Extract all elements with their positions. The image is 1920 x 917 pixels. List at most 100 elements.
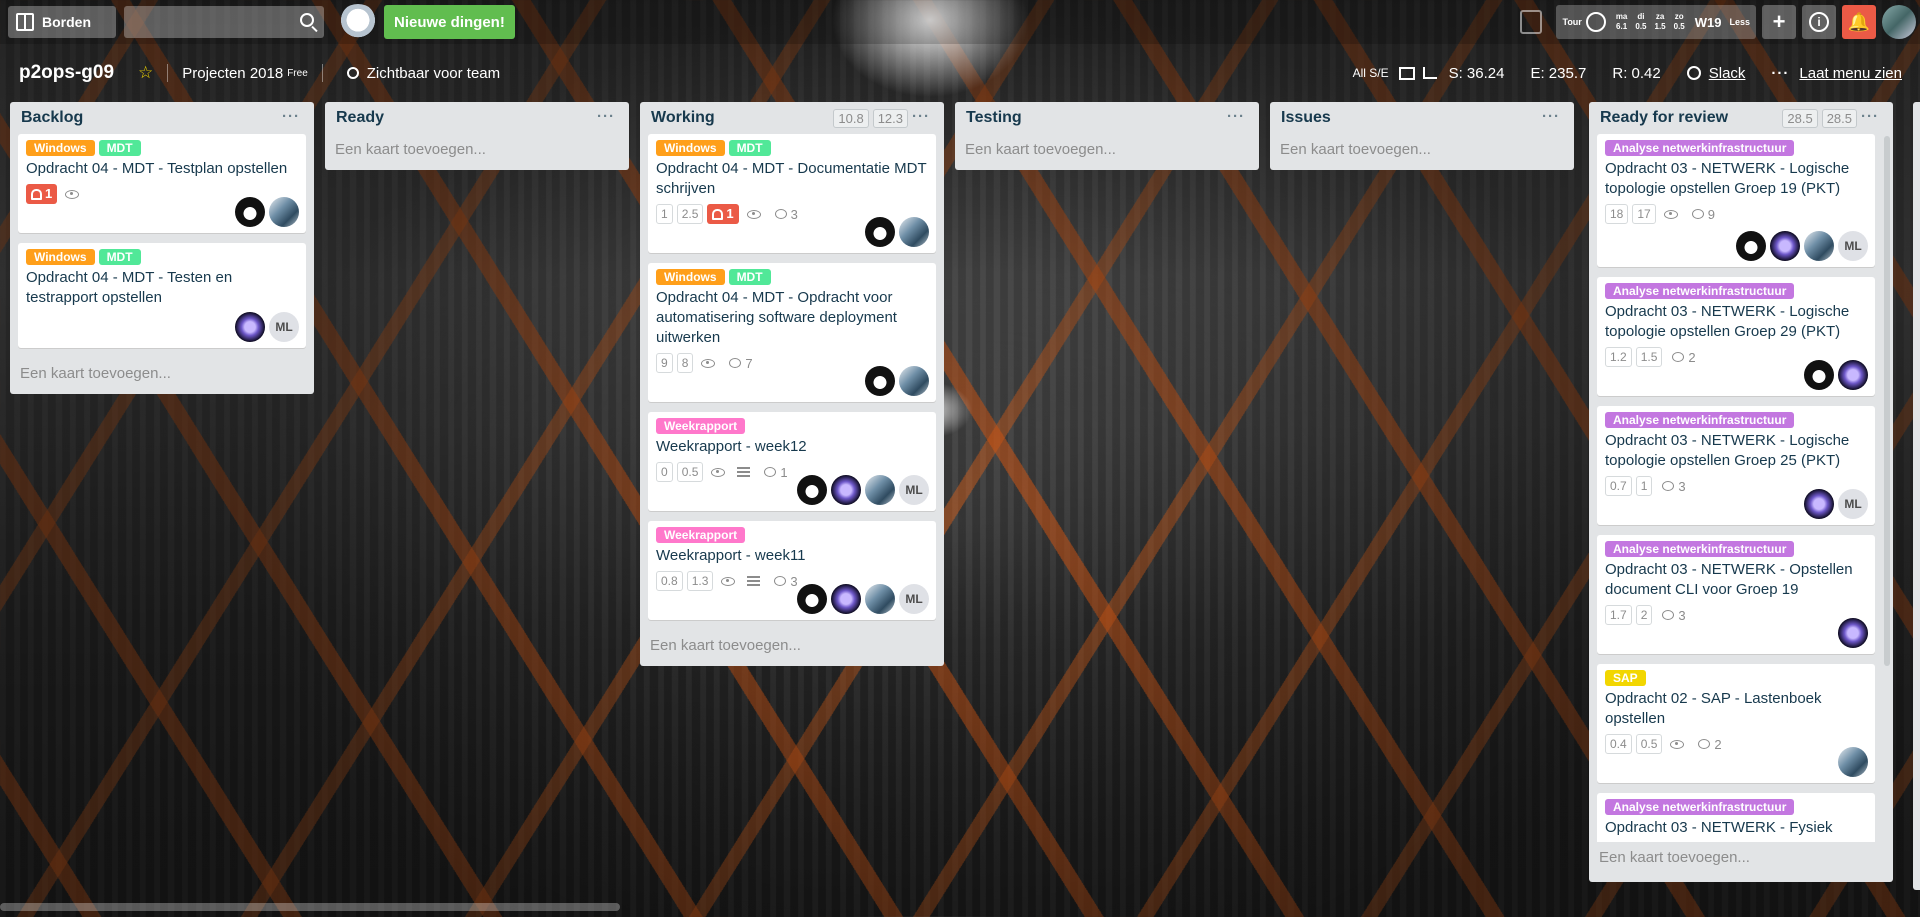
list-menu-icon[interactable]: ··· xyxy=(597,108,615,125)
list-header[interactable]: Ready for review 28.5 28.5 ··· xyxy=(1597,102,1885,134)
board-title[interactable]: p2ops-g09 xyxy=(19,62,114,84)
card[interactable]: Windows MDT Opdracht 04 - MDT - Opdracht… xyxy=(648,263,936,402)
add-card-button[interactable]: Een kaart toevoegen... xyxy=(963,134,1251,170)
avatar[interactable]: ML xyxy=(1838,231,1868,261)
board-scrollbar[interactable] xyxy=(0,903,620,911)
star-icon[interactable]: ☆ xyxy=(138,63,153,83)
avatar[interactable]: ML xyxy=(899,475,929,505)
avatar[interactable] xyxy=(865,217,895,247)
news-button[interactable]: Nieuwe dingen! xyxy=(384,5,515,39)
points-badge: 9 xyxy=(656,353,673,373)
card[interactable]: Analyse netwerkinfrastructuur Opdracht 0… xyxy=(1597,535,1875,654)
mascot-icon[interactable] xyxy=(338,4,378,40)
avatar[interactable] xyxy=(831,584,861,614)
avatar[interactable] xyxy=(1804,231,1834,261)
chart-icon[interactable] xyxy=(1422,67,1437,79)
avatar[interactable] xyxy=(1838,747,1868,777)
list-title[interactable]: Working xyxy=(651,109,715,127)
avatar[interactable] xyxy=(865,366,895,396)
add-card-button[interactable]: Een kaart toevoegen... xyxy=(1597,842,1885,878)
all-se-toggle[interactable]: All S/E xyxy=(1353,66,1389,80)
list-header[interactable]: Backlog ··· xyxy=(18,102,306,134)
add-card-button[interactable]: Een kaart toevoegen... xyxy=(648,630,936,666)
tour-label[interactable]: Tour xyxy=(1562,17,1581,27)
card[interactable]: Windows MDT Opdracht 04 - MDT - Document… xyxy=(648,134,936,253)
card[interactable]: Analyse netwerkinfrastructuur Opdracht 0… xyxy=(1597,277,1875,396)
points-badge: 17 xyxy=(1632,204,1656,224)
card[interactable]: Windows MDT Opdracht 04 - MDT - Testen e… xyxy=(18,243,306,348)
list-header[interactable]: Issues ··· xyxy=(1278,102,1566,134)
list-scrollbar[interactable] xyxy=(1884,136,1890,666)
avatar[interactable] xyxy=(1804,360,1834,390)
visibility[interactable]: Zichtbaar voor team xyxy=(367,65,500,82)
avatar[interactable]: ML xyxy=(1838,489,1868,519)
card-title: Opdracht 03 - NETWERK - Logische topolog… xyxy=(1605,432,1850,469)
avatar[interactable]: ML xyxy=(269,312,299,342)
search-input[interactable] xyxy=(124,6,324,38)
search-icon[interactable] xyxy=(300,13,314,27)
notifications-button[interactable]: 🔔 xyxy=(1842,5,1876,39)
avatar[interactable] xyxy=(831,475,861,505)
list-title[interactable]: Ready xyxy=(336,109,384,127)
list-view-icon[interactable] xyxy=(1398,66,1415,80)
card[interactable]: Analyse netwerkinfrastructuur Opdracht 0… xyxy=(1597,406,1875,525)
avatar[interactable] xyxy=(797,475,827,505)
avatar[interactable] xyxy=(797,584,827,614)
avatar[interactable] xyxy=(235,197,265,227)
team-icon xyxy=(346,67,359,79)
slack-link[interactable]: Slack xyxy=(1709,65,1746,82)
add-card-button[interactable]: Een kaart toevoegen... xyxy=(1278,134,1566,170)
points-spent: 10.8 xyxy=(833,109,869,128)
list-menu-icon[interactable]: ··· xyxy=(1227,108,1245,125)
avatar[interactable] xyxy=(899,217,929,247)
card[interactable]: Weekrapport Weekrapport - week11 0.8 1.3… xyxy=(648,521,936,620)
list-header[interactable]: Testing ··· xyxy=(963,102,1251,134)
time-stats[interactable]: Tour ma 6.1 di 0.5 za 1.5 zo 0.5 W19 Less xyxy=(1556,5,1756,39)
avatar[interactable] xyxy=(1838,618,1868,648)
more-icon[interactable]: ··· xyxy=(1771,65,1789,82)
points-badge: 2 xyxy=(1635,605,1653,625)
list-menu-icon[interactable]: ··· xyxy=(282,108,300,125)
points-badge: 0.8 xyxy=(656,571,683,591)
list-title[interactable]: Backlog xyxy=(21,109,83,127)
comment-icon xyxy=(729,358,742,368)
list-title[interactable]: Issues xyxy=(1281,109,1331,127)
comment-icon xyxy=(1662,481,1675,491)
list-menu-icon[interactable]: ··· xyxy=(912,108,930,125)
comment-icon xyxy=(1691,209,1704,219)
tablet-icon[interactable] xyxy=(1520,10,1543,34)
add-card-button[interactable]: Een kaart toevoegen... xyxy=(18,358,306,394)
card-label: Windows xyxy=(656,140,725,156)
avatar[interactable] xyxy=(235,312,265,342)
card[interactable]: Analyse netwerkinfrastructuur Opdracht 0… xyxy=(1597,134,1875,267)
card-label: Windows xyxy=(656,269,725,285)
info-button[interactable]: i xyxy=(1802,5,1836,39)
avatar[interactable] xyxy=(1804,489,1834,519)
avatar[interactable] xyxy=(1838,360,1868,390)
show-menu-link[interactable]: Laat menu zien xyxy=(1799,65,1902,82)
avatar[interactable]: ML xyxy=(899,584,929,614)
list-menu-icon[interactable]: ··· xyxy=(1861,108,1879,125)
card[interactable]: Windows MDT Opdracht 04 - MDT - Testplan… xyxy=(18,134,306,233)
avatar[interactable] xyxy=(865,584,895,614)
avatar[interactable] xyxy=(1770,231,1800,261)
less-toggle[interactable]: Less xyxy=(1729,17,1750,27)
card[interactable]: SAP Opdracht 02 - SAP - Lastenboek opste… xyxy=(1597,664,1875,783)
boards-button[interactable]: Borden xyxy=(8,6,116,38)
add-card-button[interactable]: Een kaart toevoegen... xyxy=(333,134,621,170)
list-menu-icon[interactable]: ··· xyxy=(1542,108,1560,125)
card[interactable]: Weekrapport Weekrapport - week12 0 0.5 1… xyxy=(648,412,936,511)
avatar[interactable] xyxy=(1736,231,1766,261)
list-title[interactable]: Testing xyxy=(966,109,1022,127)
card[interactable]: Analyse netwerkinfrastructuur Opdracht 0… xyxy=(1597,793,1875,842)
avatar[interactable] xyxy=(865,475,895,505)
list-header[interactable]: Ready ··· xyxy=(333,102,621,134)
list-header[interactable]: Working 10.8 12.3 ··· xyxy=(648,102,936,134)
add-button[interactable]: + xyxy=(1762,5,1796,39)
user-avatar[interactable] xyxy=(1882,5,1916,39)
tour-icon[interactable] xyxy=(1585,12,1606,32)
avatar[interactable] xyxy=(269,197,299,227)
team-name[interactable]: Projecten 2018 xyxy=(182,65,283,82)
list-title[interactable]: Ready for review xyxy=(1600,109,1728,127)
avatar[interactable] xyxy=(899,366,929,396)
